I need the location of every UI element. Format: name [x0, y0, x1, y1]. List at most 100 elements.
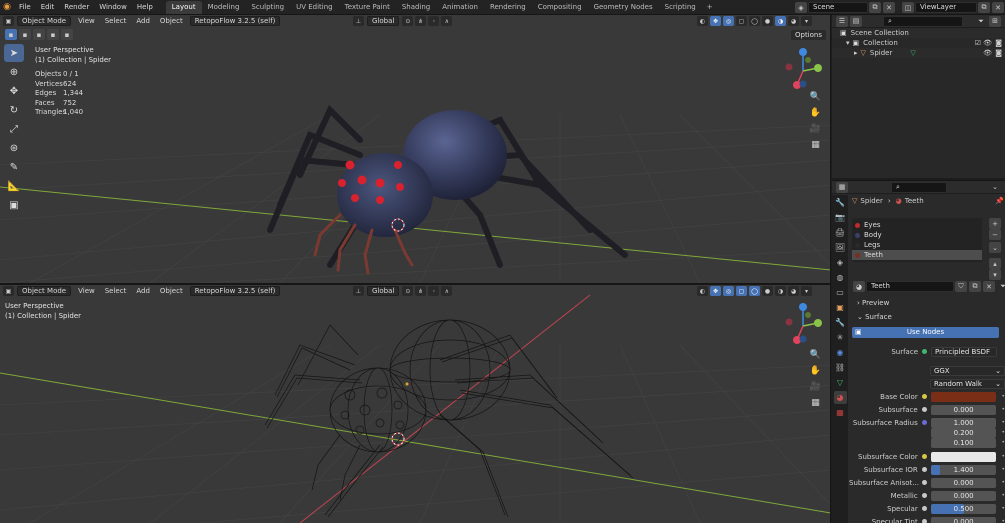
keyframe-dot-icon[interactable]: •: [1001, 439, 1005, 446]
retopoflow-dropdown[interactable]: RetopoFlow 3.2.5 (self): [189, 286, 281, 296]
constraints-tab-icon[interactable]: ⛓: [834, 361, 847, 374]
collection-tab-icon[interactable]: ▭: [834, 286, 847, 299]
orientation-dropdown[interactable]: Global: [367, 16, 400, 26]
proportional-edit-icon[interactable]: ◦: [428, 16, 440, 26]
add-cube-tool-icon[interactable]: ▣: [4, 196, 24, 214]
keyframe-dot-icon[interactable]: •: [1001, 518, 1005, 523]
menu-edit[interactable]: Edit: [36, 0, 60, 15]
gizmo-toggle-icon[interactable]: ✥: [710, 16, 721, 26]
keyframe-dot-icon[interactable]: •: [1001, 406, 1005, 413]
zoom-icon[interactable]: 🔍: [808, 347, 823, 362]
select-tool-icon[interactable]: ➤: [4, 44, 24, 62]
falloff-icon[interactable]: ∧: [441, 16, 453, 26]
wireframe-shading-icon[interactable]: ◯: [749, 286, 760, 296]
param-value-field[interactable]: 0.500: [930, 503, 997, 514]
material-tab-icon[interactable]: ◕: [833, 391, 847, 404]
zoom-icon[interactable]: 🔍: [808, 89, 823, 104]
view-layer-tab-icon[interactable]: 🖼: [834, 241, 847, 254]
keyframe-dot-icon[interactable]: •: [1001, 453, 1005, 460]
snap-icon[interactable]: ⋔: [415, 286, 427, 296]
use-nodes-button[interactable]: ▣ Use Nodes: [852, 327, 999, 338]
transform-orientation-icon[interactable]: ⊥: [353, 16, 364, 26]
menu-select[interactable]: Select: [100, 17, 132, 25]
xray-icon[interactable]: ▢: [736, 286, 747, 296]
view-layer-browse-icon[interactable]: ◫: [902, 2, 914, 13]
move-slot-up-icon[interactable]: ▴: [989, 258, 1001, 269]
retopoflow-dropdown[interactable]: RetopoFlow 3.2.5 (self): [189, 16, 281, 26]
tab-scripting[interactable]: Scripting: [659, 1, 702, 14]
solid-shading-icon[interactable]: ●: [762, 286, 773, 296]
expand-arrow-icon[interactable]: ▸: [854, 48, 858, 58]
output-tab-icon[interactable]: 🖨: [834, 226, 847, 239]
node-tree-icon[interactable]: ⏷: [997, 281, 1005, 292]
tab-shading[interactable]: Shading: [396, 1, 436, 14]
menu-render[interactable]: Render: [59, 0, 94, 15]
menu-add[interactable]: Add: [131, 17, 155, 25]
collection-checkbox-icon[interactable]: ☑: [975, 38, 981, 48]
blender-logo-icon[interactable]: ◉: [0, 0, 14, 15]
material-slot-legs[interactable]: Legs: [852, 240, 982, 250]
tab-sculpting[interactable]: Sculpting: [245, 1, 290, 14]
menu-file[interactable]: File: [14, 0, 36, 15]
param-value-field[interactable]: 1.400: [930, 464, 997, 475]
material-shading-icon[interactable]: ◑: [775, 286, 786, 296]
rendered-shading-icon[interactable]: ◕: [788, 16, 799, 26]
mode-dropdown[interactable]: Object Mode: [17, 16, 72, 26]
material-slot-body[interactable]: Body: [852, 230, 982, 240]
editor-type-icon[interactable]: ▣: [3, 286, 14, 296]
modifier-tab-icon[interactable]: 🔧: [834, 316, 847, 329]
transform-orientation-icon[interactable]: ⊥: [353, 286, 364, 296]
param-value-field[interactable]: 0.000: [930, 516, 997, 523]
param-value-field[interactable]: 0.000: [930, 477, 997, 488]
ortho-grid-icon[interactable]: ▦: [808, 137, 823, 152]
outliner-search-input[interactable]: ⌕: [883, 15, 963, 27]
select-subtract-icon[interactable]: ▪: [33, 29, 45, 40]
outliner-collection[interactable]: ▾ ▣ Collection ☑ 👁 ◙: [832, 38, 1005, 48]
unlink-material-icon[interactable]: ✕: [983, 281, 995, 292]
tab-layout[interactable]: Layout: [165, 1, 202, 14]
new-view-layer-icon[interactable]: ⧉: [978, 2, 990, 13]
navigation-gizmo[interactable]: [785, 303, 823, 344]
render-camera-icon[interactable]: ◙: [995, 48, 1002, 58]
select-intersect-icon[interactable]: ▪: [61, 29, 73, 40]
outliner-scene-collection[interactable]: ▣ Scene Collection: [832, 28, 1005, 38]
move-slot-down-icon[interactable]: ▾: [989, 269, 1001, 280]
material-slot-teeth[interactable]: Teeth: [852, 250, 982, 260]
camera-view-icon[interactable]: 🎥: [808, 121, 823, 136]
object-tab-icon[interactable]: ▣: [834, 301, 847, 314]
menu-window[interactable]: Window: [94, 0, 132, 15]
render-tab-icon[interactable]: 📷: [834, 211, 847, 224]
render-camera-icon[interactable]: ◙: [995, 38, 1002, 48]
scene-tab-icon[interactable]: ◈: [834, 256, 847, 269]
new-collection-icon[interactable]: ⊞: [989, 15, 1001, 27]
tab-modeling[interactable]: Modeling: [202, 1, 246, 14]
pan-hand-icon[interactable]: ✋: [808, 363, 823, 378]
keyframe-dot-icon[interactable]: •: [1001, 505, 1005, 512]
tab-rendering[interactable]: Rendering: [484, 1, 532, 14]
overlay-toggle-icon[interactable]: ◎: [723, 286, 734, 296]
param-value-field[interactable]: 0.100: [930, 437, 997, 448]
xray-icon[interactable]: ▢: [736, 16, 747, 26]
delete-scene-icon[interactable]: ✕: [883, 2, 895, 13]
menu-object[interactable]: Object: [155, 287, 188, 295]
material-slot-eyes[interactable]: Eyes: [852, 220, 982, 230]
mode-dropdown[interactable]: Object Mode: [17, 286, 72, 296]
scene-name-field[interactable]: Scene: [808, 2, 868, 13]
view-layer-field[interactable]: ViewLayer: [915, 2, 977, 13]
slot-specials-icon[interactable]: ⌄: [989, 242, 1001, 253]
tab-texture-paint[interactable]: Texture Paint: [339, 1, 396, 14]
keyframe-dot-icon[interactable]: •: [1001, 479, 1005, 486]
pin-icon[interactable]: 📌: [995, 197, 1004, 205]
select-invert-icon[interactable]: ▪: [47, 29, 59, 40]
visibility-eye-icon[interactable]: 👁: [983, 48, 992, 58]
gizmo-toggle-icon[interactable]: ✥: [710, 286, 721, 296]
keyframe-dot-icon[interactable]: •: [1001, 419, 1005, 426]
visibility-eye-icon[interactable]: 👁: [983, 38, 992, 48]
display-mode-icon[interactable]: ▤: [850, 15, 862, 27]
orientation-dropdown[interactable]: Global: [367, 286, 400, 296]
pan-hand-icon[interactable]: ✋: [808, 105, 823, 120]
shading-options-icon[interactable]: ▾: [801, 286, 812, 296]
texture-tab-icon[interactable]: ▦: [834, 406, 847, 419]
menu-view[interactable]: View: [73, 287, 100, 295]
menu-add[interactable]: Add: [131, 287, 155, 295]
